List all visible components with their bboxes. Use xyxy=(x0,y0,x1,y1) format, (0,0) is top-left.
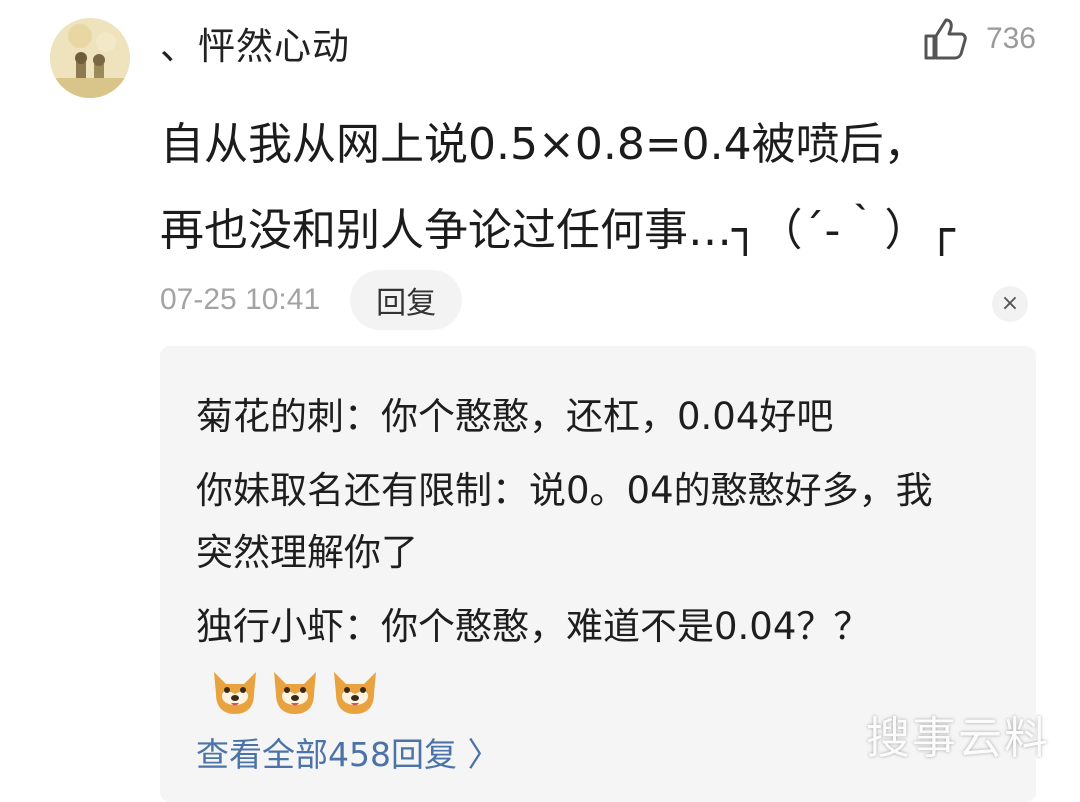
reply-separator: ： xyxy=(344,605,381,648)
shiba-emoji xyxy=(334,671,376,714)
view-all-replies-link[interactable]: 查看全部458回复 〉 xyxy=(196,728,500,776)
like-count: 736 xyxy=(985,22,1036,55)
shiba-emoji xyxy=(214,671,256,714)
reply-list: 菊花的刺：你个憨憨，还杠，0.04好吧 你妹取名还有限制：说0。04的憨憨好多，… xyxy=(196,386,966,732)
reply-item[interactable]: 独行小虾：你个憨憨，难道不是0.04？？ xyxy=(196,596,966,720)
close-icon[interactable]: × xyxy=(992,286,1028,322)
watermark: 搜事云料 xyxy=(866,713,1050,764)
reply-text: 你个憨憨，还杠，0.04好吧 xyxy=(381,395,834,438)
reply-separator: ： xyxy=(492,469,529,512)
comment-body: 自从我从网上说0.5×0.8=0.4被喷后， 再也没和别人争论过任何事…┐（´-… xyxy=(160,119,955,256)
reply-separator: ： xyxy=(344,395,381,438)
like-control[interactable]: 736 xyxy=(920,14,1036,64)
reply-author[interactable]: 独行小虾 xyxy=(196,605,344,648)
reply-text: 你个憨憨，难道不是0.04？？ xyxy=(381,605,871,648)
reply-author[interactable]: 菊花的刺 xyxy=(196,395,344,438)
avatar[interactable] xyxy=(50,18,130,98)
reply-author[interactable]: 你妹取名还有限制 xyxy=(196,469,492,512)
shiba-emoji xyxy=(274,671,316,714)
thumbs-up-icon[interactable] xyxy=(920,14,970,64)
comment-meta: 07-25 10:41 回复 xyxy=(160,270,463,330)
emoji-row xyxy=(208,664,388,718)
reply-button[interactable]: 回复 xyxy=(350,270,463,330)
reply-item[interactable]: 你妹取名还有限制：说0。04的憨憨好多，我突然理解你了 xyxy=(196,460,966,584)
timestamp: 07-25 10:41 xyxy=(160,283,321,316)
reply-item[interactable]: 菊花的刺：你个憨憨，还杠，0.04好吧 xyxy=(196,386,966,448)
username[interactable]: 、怦然心动 xyxy=(160,16,350,70)
